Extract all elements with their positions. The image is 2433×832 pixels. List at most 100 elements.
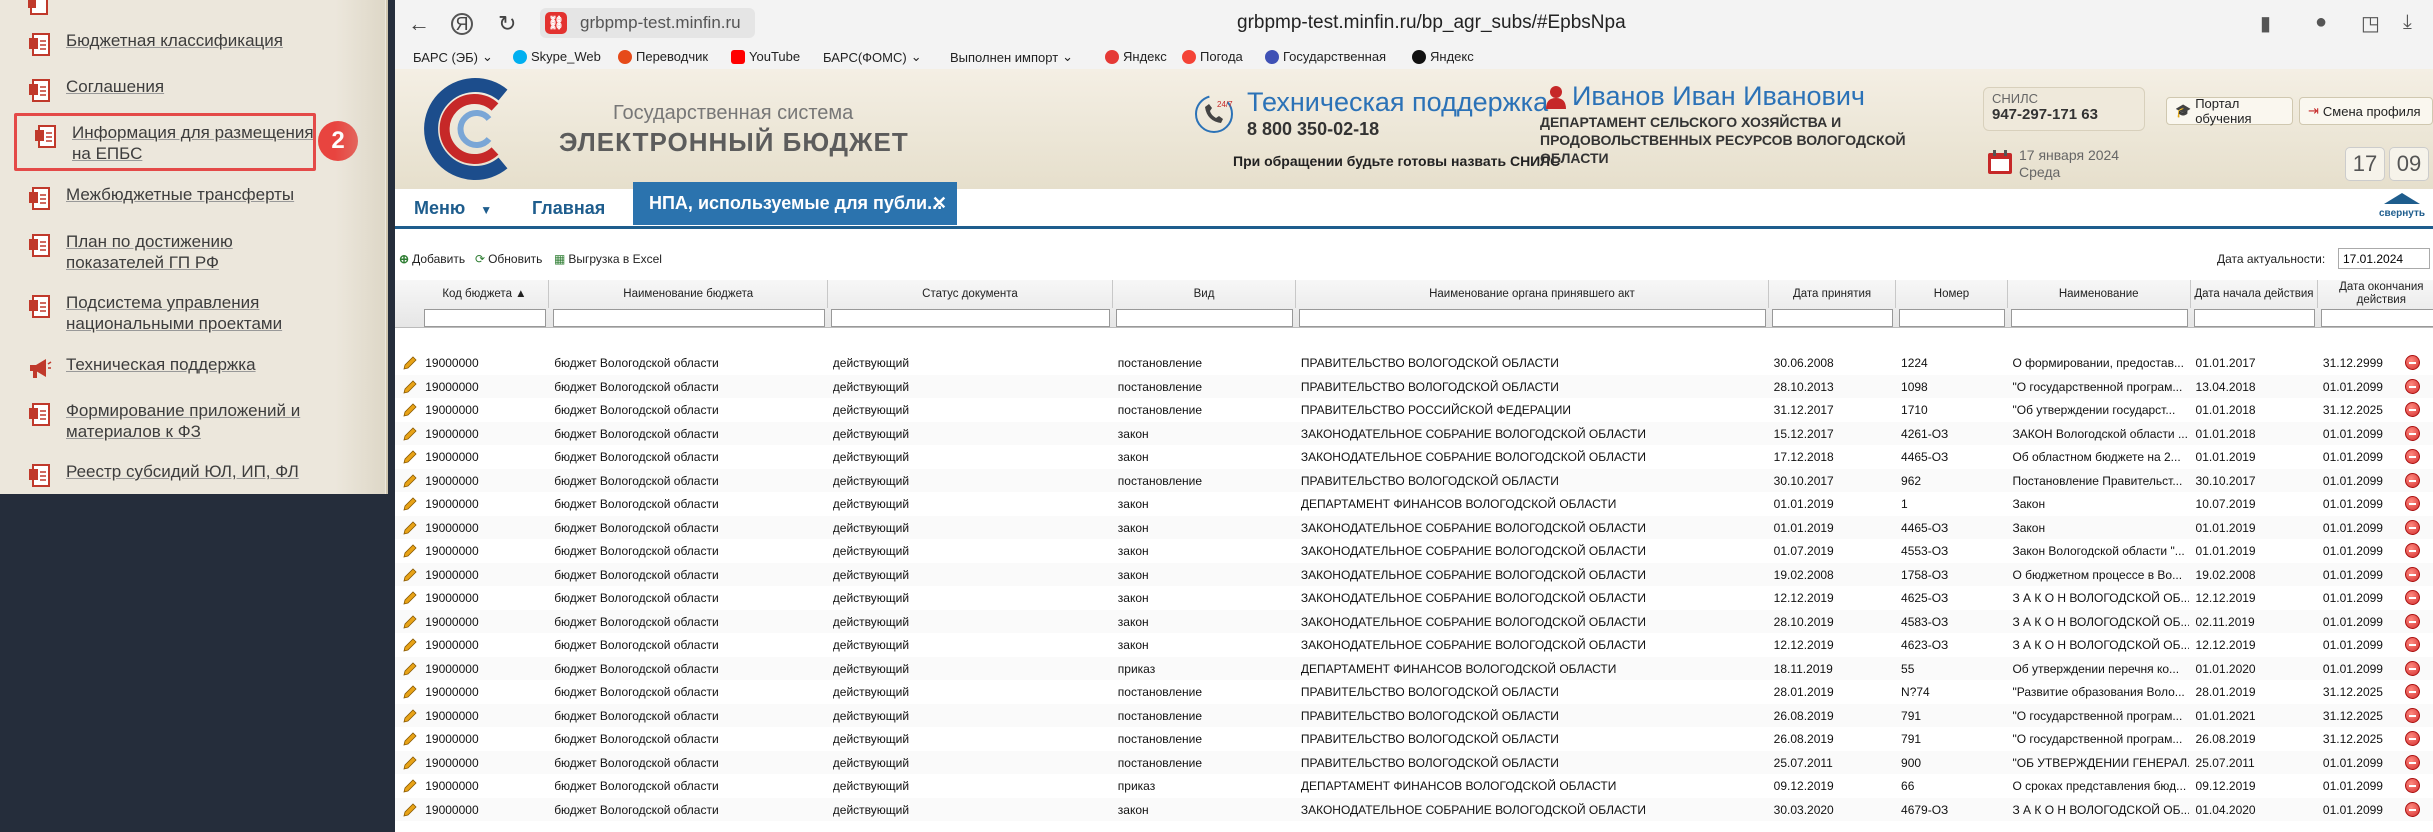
edit-pencil-icon[interactable]	[402, 402, 418, 418]
delete-icon[interactable]	[2405, 801, 2420, 817]
delete-icon[interactable]	[2405, 637, 2420, 652]
left-menu-item-subsidies-registry[interactable]: Реестр субсидий ЮЛ, ИП, ФЛ	[28, 461, 328, 489]
column-header[interactable]: Наименование бюджета	[549, 280, 829, 308]
bookmark-item[interactable]: Skype_Web	[513, 49, 601, 64]
extension-icon[interactable]: ●	[2315, 11, 2327, 34]
refresh-button[interactable]: ⟳ Обновить	[475, 252, 542, 266]
bookmark-item[interactable]: YouTube	[731, 49, 800, 64]
portal-training-button[interactable]: 🎓 Портал обучения	[2166, 96, 2293, 126]
close-icon[interactable]: ✕	[932, 193, 947, 214]
download-icon[interactable]: ⤓	[2403, 11, 2412, 34]
edit-pencil-icon[interactable]	[402, 520, 418, 536]
bookmark-item[interactable]: БАРС(ФОМС) ⌄	[823, 49, 922, 65]
table-row[interactable]: 19000000 бюджет Вологодской области действ…	[395, 398, 2433, 422]
delete-icon[interactable]	[2405, 707, 2420, 723]
url-pill[interactable]: grbpmp-test.minfin.ru	[540, 8, 755, 38]
table-row[interactable]: 19000000 бюджет Вологодской области действ…	[395, 656, 2433, 680]
column-filter-input[interactable]	[1899, 309, 2005, 327]
edit-pencil-icon[interactable]	[402, 449, 418, 465]
edit-pencil-icon[interactable]	[402, 778, 418, 794]
column-header[interactable]: Вид	[1113, 280, 1297, 308]
column-header[interactable]: Статус документа	[828, 280, 1113, 308]
left-menu-item-budget-classification[interactable]: Бюджетная классификация	[28, 30, 328, 58]
export-excel-button[interactable]: ▦ Выгрузка в Excel	[554, 252, 662, 266]
reload-icon[interactable]: ↻	[498, 11, 516, 37]
table-row[interactable]: 19000000 бюджет Вологодской области действ…	[395, 727, 2433, 751]
change-profile-button[interactable]: ⇥ Смена профиля	[2299, 97, 2433, 125]
column-filter-input[interactable]	[831, 309, 1110, 327]
delete-icon[interactable]	[2405, 543, 2420, 558]
table-row[interactable]: 19000000 бюджет Вологодской области действ…	[395, 515, 2433, 539]
bookmark-flag-icon[interactable]: ▮	[2260, 11, 2271, 36]
table-row[interactable]: 19000000 бюджет Вологодской области действ…	[395, 680, 2433, 704]
url-full-text[interactable]: grbpmp-test.minfin.ru/bp_agr_subs/#EpbsN…	[1237, 12, 1626, 34]
left-menu-item-national-projects[interactable]: Подсистема управления национальными прое…	[28, 292, 328, 334]
delete-icon[interactable]	[2405, 778, 2420, 793]
delete-icon[interactable]	[2405, 590, 2420, 605]
back-arrow-icon[interactable]: ←	[408, 11, 430, 37]
table-row[interactable]: 19000000 бюджет Вологодской области действ…	[395, 374, 2433, 398]
edit-pencil-icon[interactable]	[402, 473, 418, 489]
column-filter-input[interactable]	[1299, 309, 1766, 327]
edit-pencil-icon[interactable]	[402, 567, 418, 583]
home-tab[interactable]: Главная	[532, 198, 605, 219]
add-button[interactable]: ⊕ Добавить	[399, 252, 465, 266]
table-row[interactable]: 19000000 бюджет Вологодской области действ…	[395, 468, 2433, 492]
delete-icon[interactable]	[2405, 355, 2420, 370]
column-filter-input[interactable]	[2010, 309, 2188, 327]
edit-pencil-icon[interactable]	[402, 543, 418, 559]
collections-icon[interactable]: ◳	[2361, 11, 2380, 36]
table-row[interactable]: 19000000 бюджет Вологодской области действ…	[395, 609, 2433, 633]
delete-icon[interactable]	[2405, 425, 2420, 441]
delete-icon[interactable]	[2405, 684, 2420, 699]
tab-npa[interactable]: НПА, используемые для публи... ✕	[633, 182, 957, 225]
delete-icon[interactable]	[2405, 519, 2420, 535]
table-row[interactable]: 19000000 бюджет Вологодской области действ…	[395, 703, 2433, 727]
table-row[interactable]: 19000000 бюджет Вологодской области действ…	[395, 586, 2433, 610]
edit-pencil-icon[interactable]	[402, 802, 418, 818]
edit-pencil-icon[interactable]	[402, 426, 418, 442]
actuality-date-input[interactable]	[2338, 248, 2430, 269]
column-header[interactable]: Номер	[1896, 280, 2008, 308]
left-menu-item-tech-support[interactable]: Техническая поддержка	[28, 354, 328, 382]
column-header[interactable]: Дата начала действия	[2191, 280, 2319, 308]
delete-icon[interactable]	[2405, 566, 2420, 582]
table-row[interactable]: 19000000 бюджет Вологодской области действ…	[395, 421, 2433, 445]
menu-button[interactable]: Меню ▼	[414, 198, 492, 219]
delete-icon[interactable]	[2405, 496, 2420, 511]
table-row[interactable]: 19000000 бюджет Вологодской области действ…	[395, 797, 2433, 821]
table-row[interactable]: 19000000 бюджет Вологодской области действ…	[395, 633, 2433, 657]
delete-icon[interactable]	[2405, 378, 2420, 394]
column-filter-input[interactable]	[2321, 309, 2433, 327]
edit-pencil-icon[interactable]	[402, 379, 418, 395]
delete-icon[interactable]	[2405, 449, 2420, 464]
bookmark-item[interactable]: Яндекс	[1412, 49, 1474, 64]
edit-pencil-icon[interactable]	[402, 590, 418, 606]
edit-pencil-icon[interactable]	[402, 614, 418, 630]
delete-icon[interactable]	[2405, 613, 2420, 629]
column-filter-input[interactable]	[1772, 309, 1894, 327]
left-menu-item-agreements[interactable]: Соглашения	[28, 76, 328, 104]
delete-icon[interactable]	[2405, 754, 2420, 770]
bookmark-item[interactable]: Государственная	[1265, 49, 1386, 64]
delete-icon[interactable]	[2405, 660, 2420, 676]
delete-icon[interactable]	[2405, 731, 2420, 746]
edit-pencil-icon[interactable]	[402, 684, 418, 700]
column-header[interactable]: Наименование органа принявшего акт	[1296, 280, 1769, 308]
left-menu-item-fz-materials[interactable]: Формирование приложений и материалов к Ф…	[28, 400, 328, 442]
column-header[interactable]: Код бюджета ▲	[420, 280, 550, 308]
bookmark-item[interactable]: БАРС (ЭБ) ⌄	[413, 49, 493, 65]
edit-pencil-icon[interactable]	[402, 708, 418, 724]
column-filter-input[interactable]	[2193, 309, 2315, 327]
bookmark-item[interactable]: Яндекс	[1105, 49, 1167, 64]
column-filter-input[interactable]	[1116, 309, 1293, 327]
table-row[interactable]: 19000000 бюджет Вологодской области действ…	[395, 445, 2433, 469]
edit-pencil-icon[interactable]	[402, 355, 418, 371]
table-row[interactable]: 19000000 бюджет Вологодской области действ…	[395, 492, 2433, 516]
table-row[interactable]: 19000000 бюджет Вологодской области действ…	[395, 750, 2433, 774]
column-header[interactable]: Дата окончания действия	[2318, 280, 2433, 308]
edit-pencil-icon[interactable]	[402, 496, 418, 512]
bookmark-item[interactable]: Переводчик	[618, 49, 708, 64]
left-menu-item-gp-plan[interactable]: План по достижению показателей ГП РФ	[28, 231, 328, 273]
edit-pencil-icon[interactable]	[402, 661, 418, 677]
